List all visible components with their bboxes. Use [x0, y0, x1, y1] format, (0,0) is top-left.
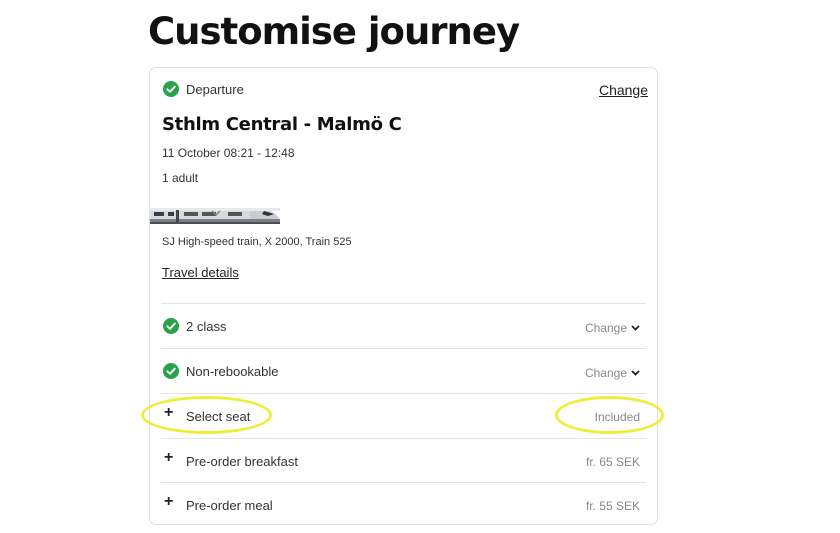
option-row-class[interactable]: 2 class Change: [161, 303, 646, 347]
chevron-down-icon: [631, 320, 640, 334]
highlight-ellipse-included: [555, 396, 664, 434]
passenger-count: 1 adult: [162, 171, 199, 185]
journey-card: Departure Change Sthlm Central - Malmö C…: [149, 67, 658, 525]
travel-details-link[interactable]: Travel details: [162, 265, 239, 280]
chevron-down-icon: [631, 365, 640, 379]
option-row-ticket-type[interactable]: Non-rebookable Change: [161, 348, 646, 392]
option-label: Non-rebookable: [186, 364, 279, 379]
option-label: Pre-order breakfast: [186, 454, 298, 469]
option-price: fr. 55 SEK: [585, 499, 640, 513]
page-title: Customise journey: [148, 10, 520, 53]
change-departure-link[interactable]: Change: [599, 82, 648, 98]
train-info: SJ High-speed train, X 2000, Train 525: [162, 236, 352, 248]
check-icon: [163, 363, 179, 379]
departure-label: Departure: [186, 82, 244, 97]
train-image: [150, 208, 280, 224]
plus-icon: +: [164, 493, 174, 510]
change-label: Change: [584, 366, 627, 380]
check-icon: [163, 81, 179, 97]
option-price: fr. 65 SEK: [585, 455, 640, 469]
highlight-ellipse-select-seat: [141, 396, 272, 434]
option-label: Pre-order meal: [186, 498, 273, 513]
change-ticket-type-button[interactable]: Change: [585, 365, 640, 380]
change-class-button[interactable]: Change: [585, 320, 640, 335]
option-row-meal[interactable]: + Pre-order meal fr. 55 SEK: [161, 482, 646, 526]
option-label: 2 class: [186, 319, 227, 334]
departure-datetime: 11 October 08:21 - 12:48: [162, 146, 295, 160]
plus-icon: +: [164, 449, 174, 466]
check-icon: [163, 318, 179, 334]
change-label: Change: [584, 321, 627, 335]
route-title: Sthlm Central - Malmö C: [162, 114, 402, 135]
option-row-breakfast[interactable]: + Pre-order breakfast fr. 65 SEK: [161, 438, 646, 482]
